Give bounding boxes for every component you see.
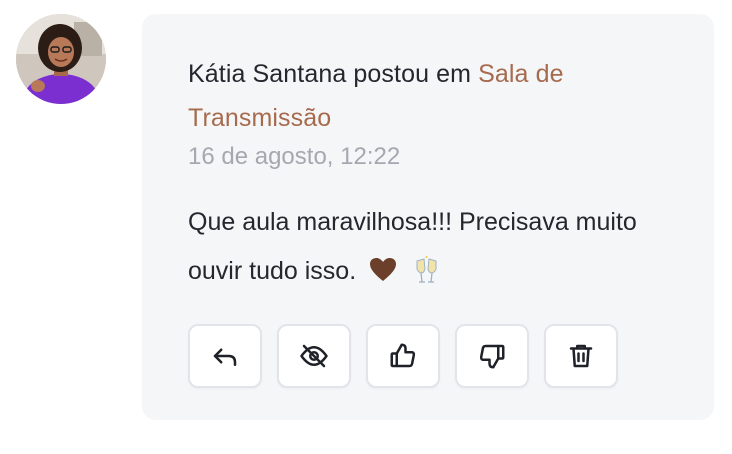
delete-button[interactable] bbox=[544, 324, 618, 388]
clinking-glasses-icon bbox=[412, 253, 442, 302]
thumbs-down-icon bbox=[479, 344, 505, 369]
post-header: Kátia Santana postou em Sala de Transmis… bbox=[188, 52, 668, 140]
reply-button[interactable] bbox=[188, 324, 262, 388]
comment-post: Kátia Santana postou em Sala de Transmis… bbox=[0, 0, 732, 454]
avatar[interactable] bbox=[16, 14, 106, 104]
eye-off-icon bbox=[300, 344, 328, 368]
hide-button[interactable] bbox=[277, 324, 351, 388]
post-body: Que aula maravilhosa!!! Precisava muito … bbox=[188, 198, 688, 302]
trash-icon bbox=[569, 344, 593, 368]
post-timestamp: 16 de agosto, 12:22 bbox=[188, 143, 401, 170]
author-name[interactable]: Kátia Santana bbox=[188, 60, 346, 88]
thumbs-up-icon bbox=[390, 343, 416, 368]
like-button[interactable] bbox=[366, 324, 440, 388]
dislike-button[interactable] bbox=[455, 324, 529, 388]
reply-icon bbox=[213, 348, 237, 366]
action-text: postou em bbox=[346, 60, 479, 88]
avatar-image bbox=[16, 14, 106, 104]
brown-heart-icon bbox=[369, 251, 397, 300]
comment-actions bbox=[188, 324, 618, 388]
comment-card: Kátia Santana postou em Sala de Transmis… bbox=[142, 14, 714, 420]
